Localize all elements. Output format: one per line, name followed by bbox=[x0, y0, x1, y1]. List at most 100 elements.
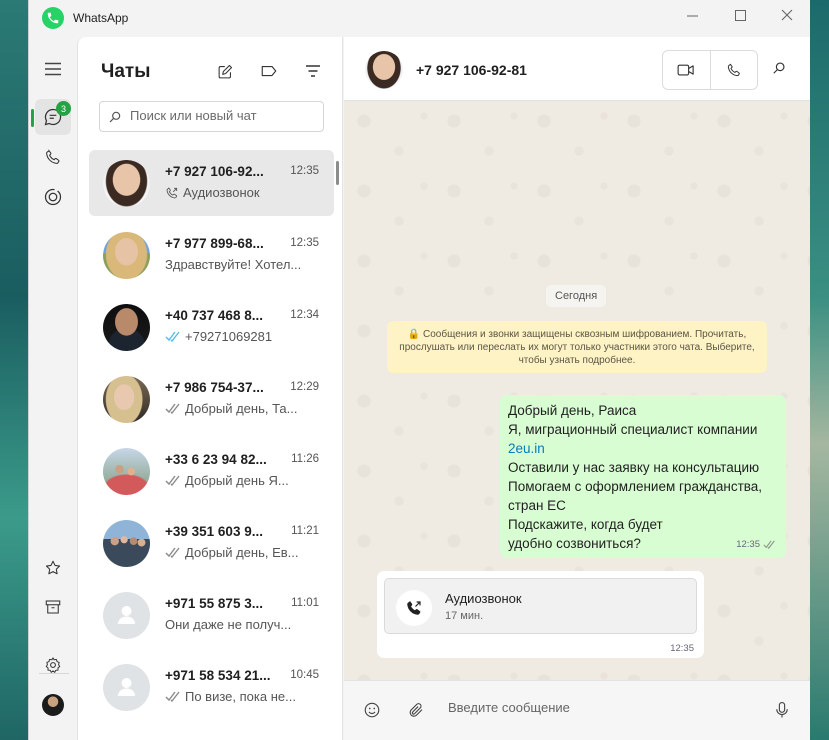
message-time: 12:35 bbox=[736, 539, 760, 550]
call-card-icon bbox=[396, 590, 432, 626]
profile-button[interactable] bbox=[35, 687, 71, 723]
chat-preview: По визе, пока не... bbox=[165, 689, 315, 704]
call-message[interactable]: Аудиозвонок 17 мин. 12:35 bbox=[377, 571, 704, 658]
search-icon bbox=[773, 62, 785, 74]
double-check-icon bbox=[165, 475, 180, 486]
phone-icon bbox=[46, 149, 60, 164]
outgoing-message[interactable]: Добрый день, Раиса Я, миграционный специ… bbox=[500, 395, 786, 558]
voice-message-button[interactable] bbox=[774, 701, 790, 724]
status-nav-button[interactable] bbox=[35, 179, 71, 215]
paperclip-icon bbox=[409, 703, 423, 717]
double-check-icon bbox=[165, 403, 180, 414]
search-in-chat-button[interactable] bbox=[772, 61, 786, 80]
contact-avatar bbox=[103, 232, 150, 279]
contact-avatar bbox=[103, 520, 150, 567]
chat-list-item[interactable]: +7 986 754-37... 12:29 Добрый день, Та..… bbox=[89, 366, 334, 432]
microphone-icon bbox=[776, 701, 788, 718]
person-placeholder-icon bbox=[118, 606, 135, 624]
chat-list-panel: Чаты +7 927 106-92... 12:35 Аудиозвонок bbox=[77, 37, 343, 740]
chat-name: +40 737 468 8... bbox=[165, 308, 263, 323]
video-camera-icon bbox=[677, 64, 694, 76]
message-meta: 12:35 bbox=[736, 535, 776, 554]
gear-icon bbox=[45, 657, 61, 673]
video-call-button[interactable] bbox=[663, 51, 710, 89]
chat-list-item[interactable]: +7 927 106-92... 12:35 Аудиозвонок bbox=[89, 150, 334, 216]
chat-time: 12:35 bbox=[290, 165, 319, 177]
window-title: WhatsApp bbox=[73, 11, 129, 25]
chat-preview-text: +79271069281 bbox=[185, 329, 273, 344]
conversation-header[interactable]: +7 927 106-92-81 bbox=[344, 37, 810, 101]
message-area[interactable]: Сегодня 🔒 Сообщения и звонки защищены ск… bbox=[344, 101, 810, 680]
whatsapp-window: WhatsApp 3 Чаты Поиск или новый чат +7 9… bbox=[28, 0, 810, 740]
chat-name: +971 58 534 21... bbox=[165, 668, 271, 683]
chat-preview: Добрый день, Та... bbox=[165, 401, 315, 416]
search-input[interactable] bbox=[130, 108, 315, 123]
chat-list-item[interactable]: +7 977 899-68... 12:35 Здравствуйте! Хот… bbox=[89, 222, 334, 288]
desktop-background-right bbox=[809, 0, 829, 740]
phone-icon bbox=[727, 63, 740, 77]
navigation-rail: 3 bbox=[29, 37, 77, 740]
chat-preview: Здравствуйте! Хотел... bbox=[165, 257, 315, 272]
status-icon bbox=[44, 188, 62, 206]
search-box[interactable] bbox=[99, 101, 324, 132]
menu-button[interactable] bbox=[35, 51, 71, 87]
double-check-icon bbox=[763, 540, 775, 549]
chat-preview-text: Они даже не получ... bbox=[165, 617, 292, 632]
chat-preview: Добрый день, Ев... bbox=[165, 545, 315, 560]
maximize-icon bbox=[734, 9, 746, 21]
contact-avatar[interactable] bbox=[365, 51, 403, 89]
close-button[interactable] bbox=[764, 0, 810, 30]
chat-preview: Они даже не получ... bbox=[165, 617, 315, 632]
chat-preview: Аудиозвонок bbox=[165, 185, 315, 200]
smiley-icon bbox=[364, 702, 380, 718]
call-duration: 17 мин. bbox=[445, 610, 484, 622]
chat-preview-text: Добрый день, Та... bbox=[185, 401, 298, 416]
desktop-background-left bbox=[0, 0, 28, 740]
encryption-notice[interactable]: 🔒 Сообщения и звонки защищены сквозным ш… bbox=[387, 321, 767, 373]
conversation-panel: +7 927 106-92-81 Сегодня 🔒 Сообщения и з… bbox=[344, 37, 810, 740]
chat-name: +7 977 899-68... bbox=[165, 236, 264, 251]
chat-list-item[interactable]: +40 737 468 8... 12:34 +79271069281 bbox=[89, 294, 334, 360]
chat-time: 12:29 bbox=[290, 381, 319, 393]
contact-name[interactable]: +7 927 106-92-81 bbox=[416, 62, 527, 78]
person-placeholder-icon bbox=[118, 678, 135, 696]
chat-name: +33 6 23 94 82... bbox=[165, 452, 267, 467]
chat-list-item[interactable]: +971 55 875 3... 11:01 Они даже не получ… bbox=[89, 582, 334, 648]
default-avatar bbox=[103, 592, 150, 639]
chat-name: +39 351 603 9... bbox=[165, 524, 263, 539]
contact-avatar bbox=[103, 376, 150, 423]
chat-list-item[interactable]: +971 58 534 21... 10:45 По визе, пока не… bbox=[89, 654, 334, 720]
starred-messages-button[interactable] bbox=[35, 550, 71, 586]
voice-call-button[interactable] bbox=[710, 51, 757, 89]
emoji-button[interactable] bbox=[363, 701, 381, 724]
chat-preview: Добрый день Я... bbox=[165, 473, 315, 488]
filter-button[interactable] bbox=[303, 61, 323, 81]
default-avatar bbox=[103, 664, 150, 711]
chat-time: 12:35 bbox=[290, 237, 319, 249]
chat-list-item[interactable]: +39 351 603 9... 11:21 Добрый день, Ев..… bbox=[89, 510, 334, 576]
chat-name: +971 55 875 3... bbox=[165, 596, 263, 611]
profile-avatar bbox=[42, 694, 64, 716]
archived-chats-button[interactable] bbox=[35, 589, 71, 625]
message-line: стран ЕС bbox=[508, 498, 566, 513]
star-icon bbox=[45, 560, 61, 575]
labels-button[interactable] bbox=[259, 61, 279, 81]
new-chat-button[interactable] bbox=[215, 61, 235, 81]
outgoing-call-icon bbox=[407, 601, 421, 615]
chat-list-item[interactable]: +33 6 23 94 82... 11:26 Добрый день Я... bbox=[89, 438, 334, 504]
calls-nav-button[interactable] bbox=[35, 139, 71, 175]
message-line: Я, миграционный специалист компании bbox=[508, 422, 758, 437]
chat-name: +7 927 106-92... bbox=[165, 164, 264, 179]
chats-heading: Чаты bbox=[101, 61, 151, 82]
minimize-button[interactable] bbox=[669, 0, 715, 30]
attach-button[interactable] bbox=[407, 701, 425, 724]
call-card[interactable]: Аудиозвонок 17 мин. bbox=[384, 578, 697, 634]
settings-button[interactable] bbox=[35, 647, 71, 683]
chat-list-scrollbar[interactable] bbox=[336, 161, 339, 185]
message-input[interactable] bbox=[448, 700, 748, 715]
maximize-button[interactable] bbox=[717, 0, 763, 30]
chat-preview-text: По визе, пока не... bbox=[185, 689, 296, 704]
chat-time: 11:01 bbox=[291, 597, 319, 609]
chat-time: 10:45 bbox=[290, 669, 319, 681]
message-link[interactable]: 2eu.in bbox=[508, 439, 778, 458]
